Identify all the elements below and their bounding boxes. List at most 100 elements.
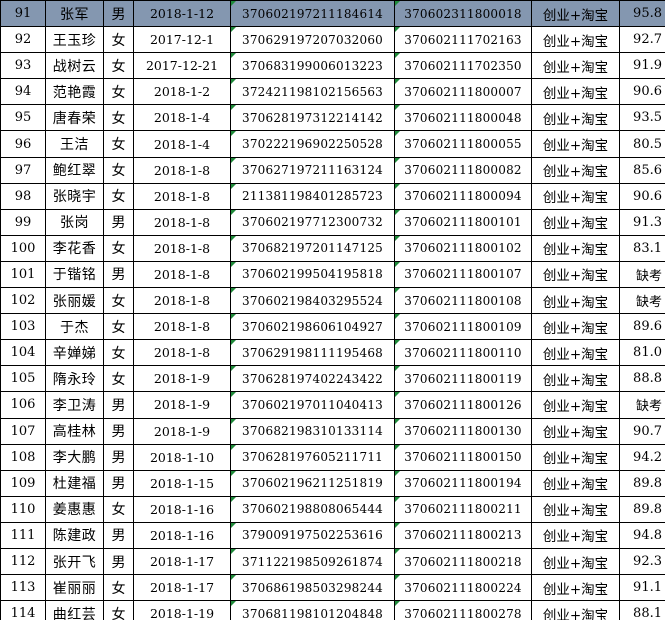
table-row[interactable]: 97 鲍红翠 女 2018-1-8 370627197211163124 370… bbox=[0, 156, 665, 184]
cell-score[interactable]: 81.0 bbox=[619, 339, 665, 367]
cell-name[interactable]: 张丽媛 bbox=[45, 287, 104, 315]
cell-serial-number[interactable]: 105 bbox=[0, 365, 46, 393]
cell-id-number[interactable]: 211381198401285723 bbox=[230, 182, 395, 210]
cell-serial-number[interactable]: 106 bbox=[0, 391, 46, 419]
cell-date[interactable]: 2018-1-17 bbox=[133, 547, 231, 576]
cell-course[interactable]: 创业+淘宝 bbox=[531, 547, 620, 576]
cell-account-number[interactable]: 370602111800082 bbox=[394, 156, 532, 184]
cell-serial-number[interactable]: 95 bbox=[0, 104, 46, 132]
cell-date[interactable]: 2018-1-4 bbox=[133, 130, 231, 158]
cell-date[interactable]: 2017-12-1 bbox=[133, 26, 231, 54]
cell-id-number[interactable]: 370602197011040413 bbox=[230, 391, 395, 419]
cell-account-number[interactable]: 370602111800102 bbox=[394, 234, 532, 262]
cell-serial-number[interactable]: 107 bbox=[0, 417, 46, 445]
cell-gender[interactable]: 男 bbox=[103, 547, 134, 576]
table-row[interactable]: 107 高桂林 男 2018-1-9 370682198310133114 37… bbox=[0, 417, 665, 445]
cell-score[interactable]: 88.1 bbox=[619, 600, 665, 620]
cell-account-number[interactable]: 370602111800224 bbox=[394, 574, 532, 602]
cell-score[interactable]: 89.6 bbox=[619, 313, 665, 341]
cell-account-number[interactable]: 370602111800007 bbox=[394, 78, 532, 106]
table-row[interactable]: 110 姜惠惠 女 2018-1-16 370602198808065444 3… bbox=[0, 495, 665, 523]
cell-gender[interactable]: 男 bbox=[103, 0, 134, 28]
cell-account-number[interactable]: 370602111800211 bbox=[394, 495, 532, 523]
cell-course[interactable]: 创业+淘宝 bbox=[531, 495, 620, 523]
cell-id-number[interactable]: 370683199006013223 bbox=[230, 52, 395, 80]
cell-score[interactable]: 88.8 bbox=[619, 365, 665, 393]
cell-course[interactable]: 创业+淘宝 bbox=[531, 469, 620, 497]
cell-gender[interactable]: 男 bbox=[103, 417, 134, 445]
cell-account-number[interactable]: 370602111800126 bbox=[394, 391, 532, 419]
cell-course[interactable]: 创业+淘宝 bbox=[531, 287, 620, 315]
cell-score[interactable]: 90.6 bbox=[619, 78, 665, 106]
cell-course[interactable]: 创业+淘宝 bbox=[531, 182, 620, 210]
cell-gender[interactable]: 男 bbox=[103, 260, 134, 289]
cell-serial-number[interactable]: 100 bbox=[0, 234, 46, 262]
table-row[interactable]: 95 唐春荣 女 2018-1-4 370628197312214142 370… bbox=[0, 104, 665, 132]
cell-id-number[interactable]: 370602199504195818 bbox=[230, 260, 395, 289]
cell-serial-number[interactable]: 103 bbox=[0, 313, 46, 341]
cell-score[interactable]: 93.5 bbox=[619, 104, 665, 132]
table-row[interactable]: 98 张晓宇 女 2018-1-8 211381198401285723 370… bbox=[0, 182, 665, 210]
cell-score[interactable]: 缺考 bbox=[619, 287, 665, 315]
cell-serial-number[interactable]: 112 bbox=[0, 547, 46, 576]
table-row[interactable]: 91 张军 男 2018-1-12 370602197211184614 370… bbox=[0, 0, 665, 28]
cell-course[interactable]: 创业+淘宝 bbox=[531, 443, 620, 471]
cell-id-number[interactable]: 370627197211163124 bbox=[230, 156, 395, 184]
cell-name[interactable]: 隋永玲 bbox=[45, 365, 104, 393]
table-row[interactable]: 114 曲红芸 女 2018-1-19 370681198101204848 3… bbox=[0, 600, 665, 620]
cell-name[interactable]: 高桂林 bbox=[45, 417, 104, 445]
cell-gender[interactable]: 男 bbox=[103, 469, 134, 497]
cell-serial-number[interactable]: 104 bbox=[0, 339, 46, 367]
table-row[interactable]: 99 张岗 男 2018-1-8 370602197712300732 3706… bbox=[0, 208, 665, 236]
cell-score[interactable]: 90.6 bbox=[619, 182, 665, 210]
cell-id-number[interactable]: 370222196902250528 bbox=[230, 130, 395, 158]
cell-date[interactable]: 2018-1-8 bbox=[133, 208, 231, 236]
cell-course[interactable]: 创业+淘宝 bbox=[531, 417, 620, 445]
cell-account-number[interactable]: 370602111800107 bbox=[394, 260, 532, 289]
cell-id-number[interactable]: 370602196211251819 bbox=[230, 469, 395, 497]
cell-score[interactable]: 92.7 bbox=[619, 26, 665, 54]
cell-date[interactable]: 2018-1-8 bbox=[133, 313, 231, 341]
cell-course[interactable]: 创业+淘宝 bbox=[531, 52, 620, 80]
cell-course[interactable]: 创业+淘宝 bbox=[531, 600, 620, 620]
cell-name[interactable]: 姜惠惠 bbox=[45, 495, 104, 523]
cell-serial-number[interactable]: 113 bbox=[0, 574, 46, 602]
cell-course[interactable]: 创业+淘宝 bbox=[531, 391, 620, 419]
cell-gender[interactable]: 男 bbox=[103, 443, 134, 471]
cell-score[interactable]: 缺考 bbox=[619, 391, 665, 419]
cell-account-number[interactable]: 370602111800150 bbox=[394, 443, 532, 471]
cell-serial-number[interactable]: 98 bbox=[0, 182, 46, 210]
cell-gender[interactable]: 女 bbox=[103, 104, 134, 132]
cell-account-number[interactable]: 370602111800213 bbox=[394, 521, 532, 549]
cell-date[interactable]: 2017-12-21 bbox=[133, 52, 231, 80]
table-row[interactable]: 101 于锴铭 男 2018-1-8 370602199504195818 37… bbox=[0, 260, 665, 289]
cell-score[interactable]: 89.8 bbox=[619, 495, 665, 523]
cell-gender[interactable]: 女 bbox=[103, 156, 134, 184]
cell-name[interactable]: 崔丽丽 bbox=[45, 574, 104, 602]
cell-date[interactable]: 2018-1-8 bbox=[133, 182, 231, 210]
cell-name[interactable]: 陈建政 bbox=[45, 521, 104, 549]
cell-course[interactable]: 创业+淘宝 bbox=[531, 26, 620, 54]
cell-date[interactable]: 2018-1-8 bbox=[133, 156, 231, 184]
table-row[interactable]: 113 崔丽丽 女 2018-1-17 370686198503298244 3… bbox=[0, 574, 665, 602]
table-row[interactable]: 112 张开飞 男 2018-1-17 371122198509261874 3… bbox=[0, 547, 665, 576]
cell-date[interactable]: 2018-1-8 bbox=[133, 234, 231, 262]
table-row[interactable]: 104 辛婵娣 女 2018-1-8 370629198111195468 37… bbox=[0, 339, 665, 367]
cell-name[interactable]: 战树云 bbox=[45, 52, 104, 80]
cell-date[interactable]: 2018-1-19 bbox=[133, 600, 231, 620]
cell-name[interactable]: 范艳霞 bbox=[45, 78, 104, 106]
cell-gender[interactable]: 女 bbox=[103, 574, 134, 602]
cell-score[interactable]: 90.7 bbox=[619, 417, 665, 445]
table-row[interactable]: 100 李花香 女 2018-1-8 370682197201147125 37… bbox=[0, 234, 665, 262]
cell-score[interactable]: 80.5 bbox=[619, 130, 665, 158]
cell-id-number[interactable]: 370602198606104927 bbox=[230, 313, 395, 341]
cell-gender[interactable]: 女 bbox=[103, 365, 134, 393]
cell-id-number[interactable]: 370628197312214142 bbox=[230, 104, 395, 132]
cell-date[interactable]: 2018-1-8 bbox=[133, 287, 231, 315]
cell-gender[interactable]: 女 bbox=[103, 234, 134, 262]
cell-name[interactable]: 唐春荣 bbox=[45, 104, 104, 132]
cell-name[interactable]: 曲红芸 bbox=[45, 600, 104, 620]
cell-date[interactable]: 2018-1-9 bbox=[133, 417, 231, 445]
cell-name[interactable]: 王玉珍 bbox=[45, 26, 104, 54]
cell-account-number[interactable]: 370602111800130 bbox=[394, 417, 532, 445]
